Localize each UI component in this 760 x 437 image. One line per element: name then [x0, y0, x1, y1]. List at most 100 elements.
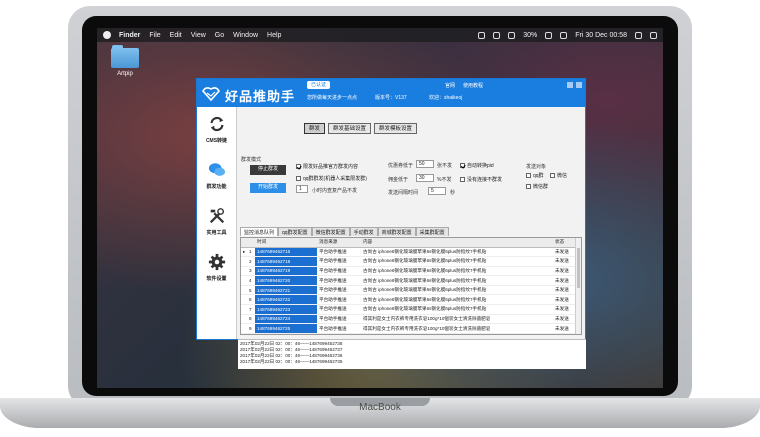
table-row[interactable]: 6 1487699462722 平台助手推送 古尚古 iphone6钢化玻璃膜苹果6s…: [241, 294, 581, 306]
row-content: 古尚古 iphone6钢化玻璃膜苹果6s钢化膜6plus防指纹7手机贴: [361, 294, 553, 306]
opt-no-link[interactable]: 没有连接不群发: [460, 176, 502, 183]
screen: Finder File Edit View Go Window Help 30%…: [97, 28, 663, 388]
opt-no-link-checkbox[interactable]: [460, 177, 465, 182]
opt-qq-checkbox[interactable]: [296, 176, 301, 181]
welcome-label: 欢迎：shaikeoj: [429, 95, 463, 101]
apple-icon[interactable]: [103, 31, 111, 39]
message-queue-table: 时间 消息来源 内容 状态 ▸ 1 1487699462716 平台助手推送 古尚古 i…: [240, 237, 582, 335]
table-row[interactable]: 8 1487699462724 平台助手推送 得其利是女士内衣裤专用洗衣皂100g*1…: [241, 314, 581, 325]
sidebar: CMS转链 群发功能 实用工具 软件设置: [197, 107, 237, 339]
row-source: 平台助手推送: [317, 304, 361, 315]
app-subtitle: 您所做每天进步一点点: [307, 95, 358, 101]
target-qq-group-checkbox[interactable]: [526, 173, 531, 178]
handshake-logo-icon: [202, 87, 220, 102]
subtab-wechat-config[interactable]: 微信群发配置: [311, 227, 350, 236]
table-row[interactable]: 7 1487699462723 平台助手推送 古尚古 iphone6钢化玻璃膜苹果6s…: [241, 304, 581, 315]
tab-basic-settings[interactable]: 群发基础设置: [328, 123, 372, 134]
sidebar-item-cms[interactable]: CMS转链: [197, 115, 236, 153]
interval-input[interactable]: 5: [428, 187, 446, 195]
stop-button[interactable]: 停止群发: [250, 165, 286, 175]
hours-input[interactable]: 1: [296, 185, 308, 193]
row-content: 古尚古 iphone6钢化玻璃膜苹果6s钢化膜6plus防指纹7手机贴: [361, 275, 553, 286]
commission-input[interactable]: 30: [416, 174, 434, 182]
subtab-manual[interactable]: 手动群发: [349, 227, 378, 236]
wechat-icon: [208, 163, 225, 176]
tools-icon: [209, 208, 224, 224]
opt-official-checkbox[interactable]: [296, 164, 301, 169]
opt-official[interactable]: 限发好品推官方群发内容: [296, 163, 358, 170]
tutorial-link[interactable]: 使用教程: [463, 82, 483, 89]
target-qq-group-label: qq群: [533, 173, 544, 179]
log-line: 2017年02月22日 02：00：46——1487699462735: [240, 359, 343, 364]
menu-file[interactable]: File: [149, 32, 160, 39]
subtab-queue[interactable]: 监控消息队列: [240, 227, 279, 236]
row-number: 5: [247, 285, 255, 296]
sidebar-label-mass-send: 群发功能: [206, 184, 227, 190]
coupon-label: 优惠券低于: [388, 163, 414, 169]
row-number: 9: [247, 323, 255, 334]
row-content: 古尚古 iphone6钢化玻璃膜苹果6s钢化膜6plus防指纹7手机贴: [361, 266, 553, 277]
opt-qq[interactable]: qq群群发(机器人采集限发群): [296, 175, 367, 182]
interval-unit: 秒: [450, 190, 456, 196]
row-source: 平台助手推送: [317, 247, 361, 258]
sidebar-label-cms: CMS转链: [205, 138, 228, 144]
list-icon[interactable]: [650, 31, 657, 39]
col-source[interactable]: 消息来源: [317, 238, 361, 248]
settings-icon[interactable]: [493, 31, 501, 39]
row-content: 古尚古 iphone6钢化玻璃膜苹果6s钢化膜6plus防指纹7手机贴: [361, 256, 553, 267]
coupon-input[interactable]: 50: [416, 160, 434, 168]
col-content[interactable]: 内容: [361, 238, 553, 248]
opt-auto-convert[interactable]: 自动转换pid: [460, 162, 494, 169]
sidebar-item-mass-send[interactable]: 群发功能: [197, 161, 236, 199]
table-row[interactable]: 4 1487699462720 平台助手推送 古尚古 iphone6钢化玻璃膜苹果6s…: [241, 275, 581, 286]
desktop-folder[interactable]: Artpip: [107, 45, 143, 77]
official-site-link[interactable]: 官网: [445, 82, 455, 89]
tab-mass-send[interactable]: 群发: [304, 123, 326, 134]
table-row[interactable]: 3 1487699462719 平台助手推送 古尚古 iphone6钢化玻璃膜苹果6s…: [241, 266, 581, 277]
row-source: 平台助手推送: [317, 314, 361, 325]
col-time[interactable]: 时间: [255, 238, 317, 248]
row-number: 4: [247, 275, 255, 286]
target-qq-group[interactable]: qq群: [526, 172, 544, 179]
row-source: 平台助手推送: [317, 294, 361, 306]
window-controls: [567, 82, 582, 88]
table-scrollbar[interactable]: [575, 238, 581, 334]
target-wechat-checkbox[interactable]: [550, 173, 555, 178]
subtab-mall-config[interactable]: 商城群发配置: [377, 227, 416, 236]
minimize-button[interactable]: [567, 82, 573, 88]
menu-go[interactable]: Go: [215, 32, 224, 39]
battery-icon[interactable]: [545, 31, 553, 39]
menu-view[interactable]: View: [191, 32, 206, 39]
menu-app[interactable]: Finder: [119, 32, 140, 39]
subtab-qq-config[interactable]: qq群发配置: [278, 227, 312, 236]
table-row[interactable]: 9 1487699462725 平台助手推送 得其利是女士内衣裤专用洗衣皂100g*1…: [241, 323, 581, 334]
target-wechat[interactable]: 微信: [550, 172, 567, 179]
wifi-icon[interactable]: [508, 31, 516, 39]
opt-auto-convert-checkbox[interactable]: [460, 163, 465, 168]
opt-auto-convert-label: 自动转换pid: [467, 163, 494, 169]
bluetooth-icon[interactable]: [560, 31, 568, 39]
commission-label: 佣金低于: [388, 177, 409, 183]
battery-label[interactable]: 30%: [523, 32, 537, 39]
search-icon[interactable]: [635, 31, 642, 39]
clock[interactable]: Fri 30 Dec 00:58: [575, 32, 627, 39]
close-button[interactable]: [576, 82, 582, 88]
target-wechat-group[interactable]: 微信群: [526, 183, 548, 190]
row-content: 得其利是女士内衣裤专用洗衣皂100g*10個装女士清洗除菌肥皂: [361, 323, 553, 334]
menu-window[interactable]: Window: [233, 32, 258, 39]
status-icon[interactable]: [478, 31, 486, 39]
target-wechat-group-checkbox[interactable]: [526, 184, 531, 189]
sidebar-item-settings[interactable]: 软件设置: [197, 253, 236, 291]
menu-edit[interactable]: Edit: [170, 32, 182, 39]
menu-help[interactable]: Help: [267, 32, 281, 39]
start-button[interactable]: 开始群发: [250, 183, 286, 193]
sidebar-label-settings: 软件设置: [206, 276, 227, 282]
table-row[interactable]: 2 1487699462718 平台助手推送 古尚古 iphone6钢化玻璃膜苹果6s…: [241, 256, 581, 267]
row-source: 平台助手推送: [317, 256, 361, 267]
table-row[interactable]: 5 1487699462721 平台助手推送 古尚古 iphone6钢化玻璃膜苹果6s…: [241, 285, 581, 296]
tab-template-settings[interactable]: 群发模板设置: [374, 123, 418, 134]
table-row[interactable]: ▸ 1 1487699462716 平台助手推送 古尚古 iphone6钢化玻璃膜苹果6…: [241, 247, 581, 258]
subtab-collect-config[interactable]: 采集群配置: [415, 227, 449, 236]
row-number: 2: [247, 256, 255, 267]
sidebar-item-tools[interactable]: 实用工具: [197, 207, 236, 245]
